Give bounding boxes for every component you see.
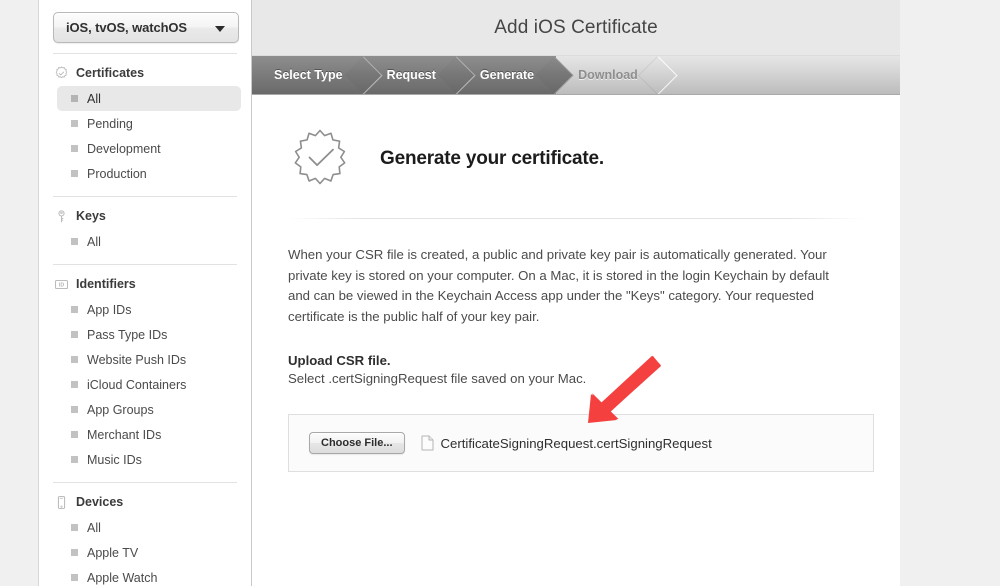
sidebar-item-keys-all[interactable]: All bbox=[57, 229, 241, 254]
sidebar-section-devices: Devices bbox=[39, 489, 251, 515]
file-upload-box: Choose File... CertificateSigningRequest… bbox=[288, 414, 874, 472]
bullet-icon bbox=[71, 331, 78, 338]
bullet-icon bbox=[71, 524, 78, 531]
hero-title: Generate your certificate. bbox=[380, 148, 604, 169]
sidebar-item-apple-watch[interactable]: Apple Watch bbox=[57, 565, 241, 586]
sidebar-item-label: All bbox=[87, 234, 101, 249]
sidebar-item-apple-tv[interactable]: Apple TV bbox=[57, 540, 241, 565]
choose-file-button[interactable]: Choose File... bbox=[309, 432, 405, 454]
bullet-icon bbox=[71, 238, 78, 245]
sidebar-item-icloud-containers[interactable]: iCloud Containers bbox=[57, 372, 241, 397]
sidebar-section-title: Identifiers bbox=[76, 277, 136, 291]
sidebar-section-title: Devices bbox=[76, 495, 124, 509]
sidebar-item-website-push-ids[interactable]: Website Push IDs bbox=[57, 347, 241, 372]
wizard-step-select-type[interactable]: Select Type bbox=[252, 56, 383, 94]
sidebar-item-certificates-production[interactable]: Production bbox=[57, 161, 241, 186]
upload-subtext: Select .certSigningRequest file saved on… bbox=[288, 371, 587, 386]
sidebar-item-app-ids[interactable]: App IDs bbox=[57, 297, 241, 322]
sidebar-item-label: Pending bbox=[87, 116, 133, 131]
sidebar-item-label: Production bbox=[87, 166, 147, 181]
bullet-icon bbox=[71, 456, 78, 463]
sidebar-item-pass-type-ids[interactable]: Pass Type IDs bbox=[57, 322, 241, 347]
wizard-steps: Select Type Request Generate Download bbox=[252, 56, 900, 95]
sidebar-item-label: Website Push IDs bbox=[87, 352, 187, 367]
sidebar-section-title: Keys bbox=[76, 209, 106, 223]
key-icon bbox=[53, 208, 69, 224]
choose-file-label: Choose File... bbox=[321, 437, 393, 449]
wizard-step-request[interactable]: Request bbox=[364, 56, 476, 94]
wizard-step-label: Generate bbox=[479, 68, 535, 82]
certificate-rosette-icon bbox=[53, 65, 69, 81]
sidebar-item-label: Merchant IDs bbox=[87, 427, 162, 442]
bullet-icon bbox=[71, 95, 78, 102]
sidebar-section-certificates: Certificates bbox=[39, 60, 251, 86]
bullet-icon bbox=[71, 120, 78, 127]
sidebar: iOS, tvOS, watchOS Certificates All Pend… bbox=[38, 0, 252, 586]
content-divider bbox=[288, 218, 864, 219]
bullet-icon bbox=[71, 306, 78, 313]
svg-text:ID: ID bbox=[58, 282, 63, 288]
sidebar-item-label: Apple TV bbox=[87, 545, 139, 560]
sidebar-item-label: iCloud Containers bbox=[87, 377, 187, 392]
bullet-icon bbox=[71, 549, 78, 556]
document-icon bbox=[421, 435, 434, 451]
id-badge-icon: ID bbox=[53, 276, 69, 292]
hero: Generate your certificate. bbox=[252, 95, 900, 191]
wizard-step-generate[interactable]: Generate bbox=[457, 56, 574, 94]
sidebar-divider bbox=[53, 196, 237, 197]
bullet-icon bbox=[71, 406, 78, 413]
sidebar-item-certificates-development[interactable]: Development bbox=[57, 136, 241, 161]
sidebar-item-label: Apple Watch bbox=[87, 570, 158, 585]
sidebar-item-certificates-all[interactable]: All bbox=[57, 86, 241, 111]
selected-file: CertificateSigningRequest.certSigningReq… bbox=[421, 435, 712, 451]
sidebar-item-label: App IDs bbox=[87, 302, 132, 317]
sidebar-item-music-ids[interactable]: Music IDs bbox=[57, 447, 241, 472]
sidebar-item-app-groups[interactable]: App Groups bbox=[57, 397, 241, 422]
bullet-icon bbox=[71, 431, 78, 438]
bullet-icon bbox=[71, 145, 78, 152]
sidebar-section-identifiers: ID Identifiers bbox=[39, 271, 251, 297]
sidebar-item-label: All bbox=[87, 520, 101, 535]
sidebar-item-label: Development bbox=[87, 141, 161, 156]
sidebar-item-merchant-ids[interactable]: Merchant IDs bbox=[57, 422, 241, 447]
platform-select-value: iOS, tvOS, watchOS bbox=[66, 20, 188, 35]
sidebar-section-keys: Keys bbox=[39, 203, 251, 229]
upload-heading: Upload CSR file. bbox=[288, 353, 391, 368]
wizard-step-label: Select Type bbox=[274, 68, 343, 82]
wizard-step-label: Request bbox=[386, 68, 436, 82]
device-phone-icon bbox=[53, 494, 69, 510]
sidebar-item-label: App Groups bbox=[87, 402, 154, 417]
bullet-icon bbox=[71, 170, 78, 177]
sidebar-item-devices-all[interactable]: All bbox=[57, 515, 241, 540]
wizard-step-download[interactable]: Download bbox=[556, 56, 678, 94]
app-window: iOS, tvOS, watchOS Certificates All Pend… bbox=[0, 0, 1000, 586]
bullet-icon bbox=[71, 574, 78, 581]
sidebar-divider bbox=[53, 264, 237, 265]
titlebar: Add iOS Certificate bbox=[252, 0, 900, 56]
content-area: Generate your certificate. When your CSR… bbox=[252, 95, 900, 586]
platform-select[interactable]: iOS, tvOS, watchOS bbox=[53, 12, 239, 43]
sidebar-divider bbox=[53, 53, 237, 54]
bullet-icon bbox=[71, 381, 78, 388]
page-title: Add iOS Certificate bbox=[494, 16, 658, 38]
sidebar-divider bbox=[53, 482, 237, 483]
sidebar-section-title: Certificates bbox=[76, 66, 145, 80]
sidebar-item-label: Music IDs bbox=[87, 452, 142, 467]
chevron-down-icon bbox=[215, 25, 225, 32]
wizard-step-label: Download bbox=[578, 68, 638, 82]
bullet-icon bbox=[71, 356, 78, 363]
selected-file-name: CertificateSigningRequest.certSigningReq… bbox=[440, 435, 712, 451]
main-panel: Add iOS Certificate Select Type Request … bbox=[252, 0, 900, 586]
sidebar-item-label: All bbox=[87, 91, 101, 106]
sidebar-item-label: Pass Type IDs bbox=[87, 327, 168, 342]
sidebar-item-certificates-pending[interactable]: Pending bbox=[57, 111, 241, 136]
certificate-check-rosette-icon bbox=[288, 127, 352, 191]
body-paragraph: When your CSR file is created, a public … bbox=[288, 247, 829, 324]
